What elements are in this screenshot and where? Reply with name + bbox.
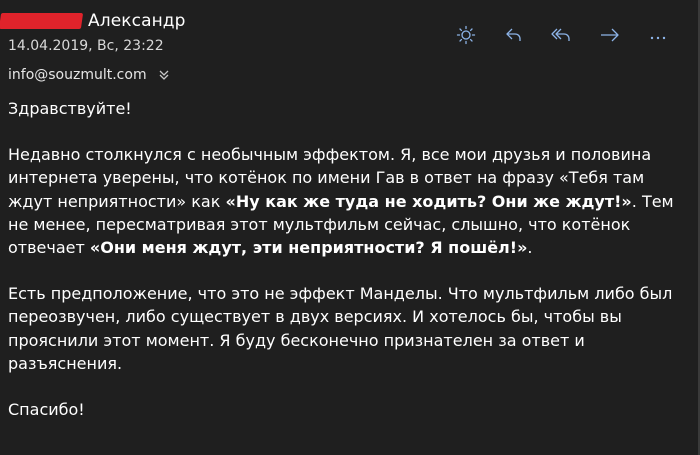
brightness-icon [456,25,476,45]
more-actions-button[interactable] [634,20,682,50]
more-icon [650,36,666,40]
message-toolbar [442,20,682,50]
message-body: Здравствуйте! Недавно столкнулся с необы… [8,97,688,444]
forward-icon [601,28,619,42]
paragraph-1: Недавно столкнулся с необычным эффектом.… [8,143,688,259]
quote-2: «Они меня ждут, эти неприятности? Я пошё… [89,238,528,258]
forward-button[interactable] [586,20,634,50]
from-address[interactable]: info@souzmult.com [8,67,147,83]
sender-name[interactable]: Александр [88,11,186,31]
double-chevron-down-icon [159,70,169,80]
closing: Спасибо! [8,400,85,420]
expand-recipients-button[interactable] [157,68,171,82]
redaction-mark [0,13,84,29]
reply-all-icon [551,28,570,41]
quote-1: «Ну как же туда не ходить? Они же ждут!» [225,191,632,211]
greeting: Здравствуйте! [8,99,132,118]
from-row: info@souzmult.com [8,65,690,85]
reply-button[interactable] [490,20,538,50]
toggle-light-background-button[interactable] [442,20,490,50]
paragraph-2: Есть предположение, что это не эффект Ма… [8,284,673,373]
email-reading-pane: Александр 14.04.2019, Вс, 23:22 info@sou… [0,0,700,455]
p1-text-e: . [527,238,533,258]
reply-icon [506,28,521,41]
reply-all-button[interactable] [538,20,586,50]
